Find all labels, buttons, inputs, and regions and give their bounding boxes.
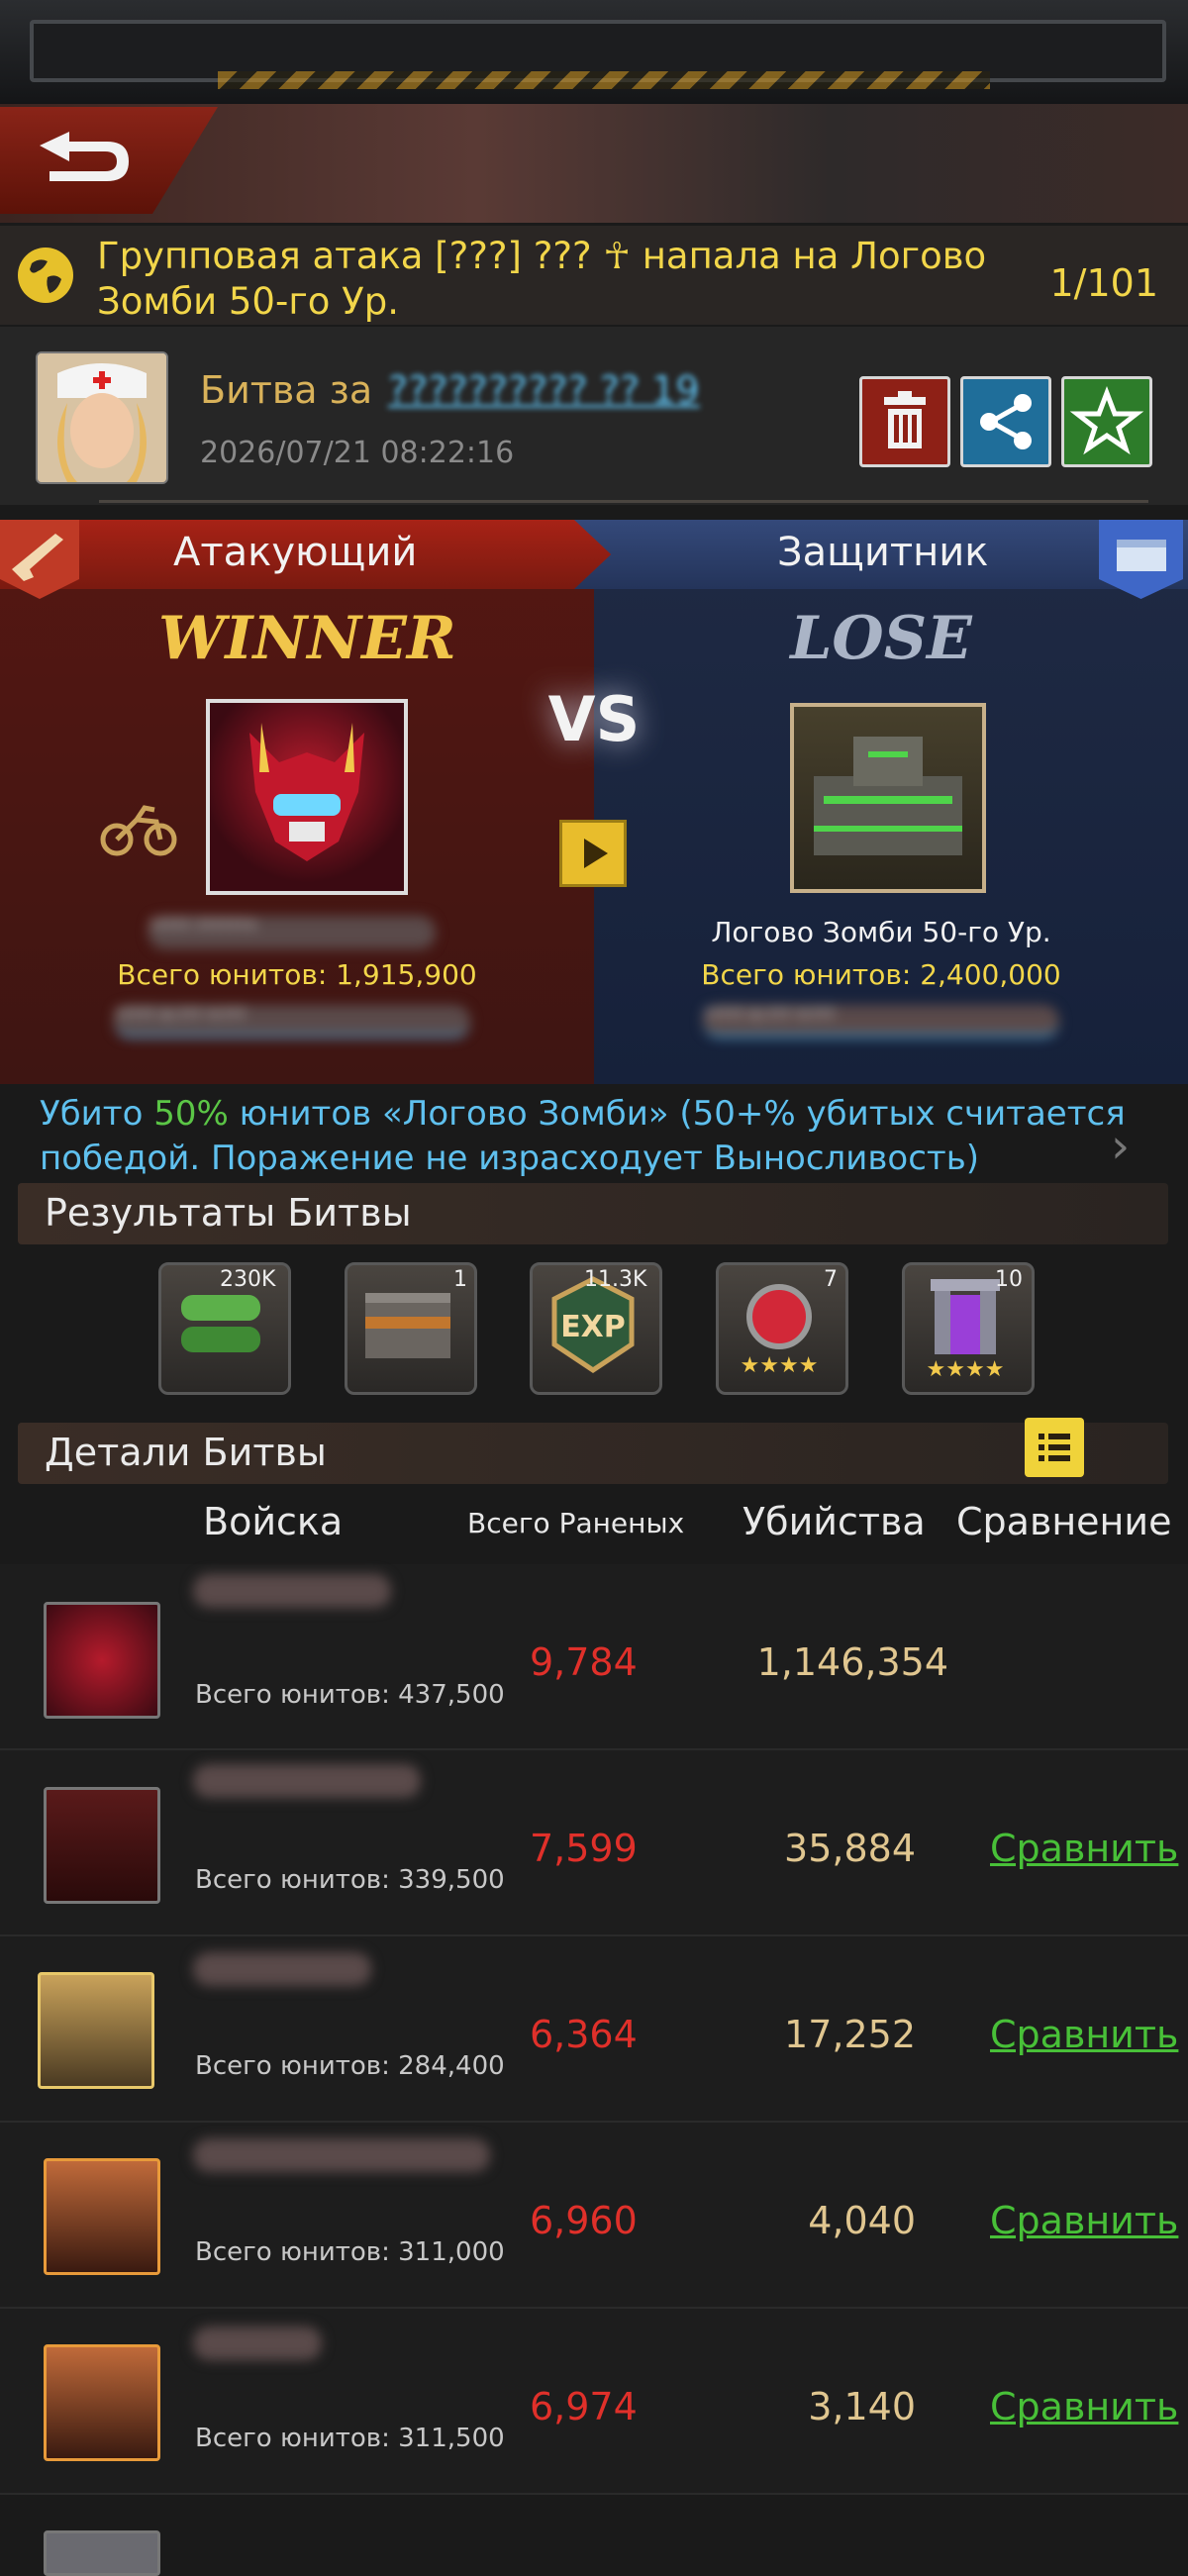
svg-text:★★★★: ★★★★ [927, 1357, 1005, 1382]
attacker-name: ????? ??????☥ [148, 916, 436, 949]
reward-count: 10 [995, 1267, 1023, 1292]
compare-button[interactable]: Сравнить [990, 2013, 1178, 2056]
troop-portrait[interactable] [44, 2344, 160, 2461]
row-wounded: 6,364 [530, 2013, 638, 2056]
zombie-lair-icon [814, 737, 962, 855]
column-wounded: Всего Раненых [467, 1507, 685, 1539]
reward-count: 11.3K [584, 1267, 647, 1292]
details-title: Детали Битвы [45, 1431, 327, 1474]
compare-button[interactable]: Сравнить [990, 2199, 1178, 2242]
battle-date: 2026/07/21 08:22:16 [200, 436, 515, 470]
results-title: Результаты Битвы [45, 1191, 412, 1235]
svg-text:EXP: EXP [560, 1310, 626, 1344]
favorite-button[interactable] [1061, 376, 1152, 467]
list-icon [1039, 1434, 1070, 1461]
compare-button[interactable]: Сравнить [990, 1827, 1178, 1870]
row-wounded: 6,960 [530, 2199, 638, 2242]
row-wounded: 7,599 [530, 1827, 638, 1870]
troop-portrait[interactable] [38, 1972, 154, 2089]
player-name [193, 2327, 322, 2360]
attacker-portrait[interactable] [206, 699, 408, 895]
row-units: Всего юнитов: 311,500 [195, 2424, 505, 2453]
troop-portrait[interactable] [44, 2530, 160, 2576]
defender-name: Логово Зомби 50-го Ур. [711, 916, 1051, 948]
winner-label: WINNER [158, 604, 456, 673]
red-orb-icon: ★★★★ [741, 1284, 819, 1378]
row-wounded: 6,974 [530, 2385, 638, 2428]
share-icon [980, 394, 1032, 449]
row-kills: 4,040 [808, 2199, 916, 2242]
battle-target-link[interactable]: ?????????? ?? 19 [388, 368, 700, 412]
player-name [193, 1764, 421, 1798]
column-troops: Войска [203, 1500, 344, 1543]
notification-text: Групповая атака [???] ??? ☥ напала на Ло… [97, 235, 987, 323]
troop-portrait[interactable] [44, 1787, 160, 1904]
attacker-units: Всего юнитов: 1,915,900 [117, 958, 477, 991]
lose-label: LOSE [790, 604, 972, 673]
delete-button[interactable] [859, 376, 950, 467]
message-prefix: Убито [40, 1094, 154, 1134]
player-name [193, 1574, 391, 1608]
replay-button[interactable] [559, 820, 627, 887]
reward-count: 7 [824, 1267, 838, 1292]
troop-portrait[interactable] [44, 1602, 160, 1719]
row-units: Всего юнитов: 437,500 [195, 1680, 505, 1710]
vs-label: VS [547, 683, 641, 755]
share-button[interactable] [960, 376, 1051, 467]
troop-portrait[interactable] [44, 2158, 160, 2275]
row-units: Всего юнитов: 339,500 [195, 1865, 505, 1895]
reward-count: 1 [453, 1267, 467, 1292]
back-arrow-icon[interactable] [30, 124, 139, 193]
message-percent: 50% [153, 1094, 229, 1134]
column-compare: Сравнение [956, 1500, 1172, 1543]
row-kills: 3,140 [808, 2385, 916, 2428]
attacker-coords-link[interactable]: ????? X:??? Y:??? [114, 1005, 470, 1038]
column-kills: Убийства [742, 1500, 926, 1543]
battle-title: Битва за [200, 368, 373, 412]
nurse-portrait-icon [38, 353, 166, 482]
defender-label: Защитник [777, 530, 989, 575]
defender-portrait[interactable] [790, 703, 986, 893]
globe-icon [18, 248, 73, 303]
metal-crate-icon [365, 1293, 450, 1358]
row-wounded: 9,784 [530, 1640, 638, 1684]
defender-coords-link[interactable]: ????? X:??? Y:??? [703, 1005, 1059, 1038]
reward-count: 230K [220, 1267, 276, 1292]
play-icon [584, 839, 608, 868]
details-list-button[interactable] [1025, 1418, 1084, 1477]
row-kills: 17,252 [784, 2013, 916, 2056]
player-name [193, 1952, 371, 1986]
row-kills: 1,146,354 [756, 1640, 948, 1684]
chevron-right-icon[interactable]: › [1111, 1119, 1130, 1174]
row-units: Всего юнитов: 284,400 [195, 2051, 505, 2081]
avatar[interactable] [36, 351, 168, 484]
trash-icon [884, 391, 926, 448]
row-units: Всего юнитов: 311,000 [195, 2237, 505, 2267]
player-name [193, 2138, 490, 2172]
defender-units: Всего юнитов: 2,400,000 [701, 958, 1061, 991]
row-kills: 35,884 [784, 1827, 916, 1870]
result-message: Убито 50% юнитов «Логово Зомби» (50+% уб… [40, 1092, 1148, 1181]
notification-counter: 1/101 [1049, 261, 1158, 305]
attacker-label: Атакующий [173, 530, 418, 575]
star-icon [1069, 385, 1144, 455]
hazard-stripe [218, 71, 990, 89]
svg-text:★★★★: ★★★★ [741, 1353, 819, 1378]
compare-button[interactable]: Сравнить [990, 2385, 1178, 2428]
red-mech-icon [249, 723, 364, 861]
divider [99, 500, 1148, 503]
motorcycle-icon [100, 805, 177, 856]
